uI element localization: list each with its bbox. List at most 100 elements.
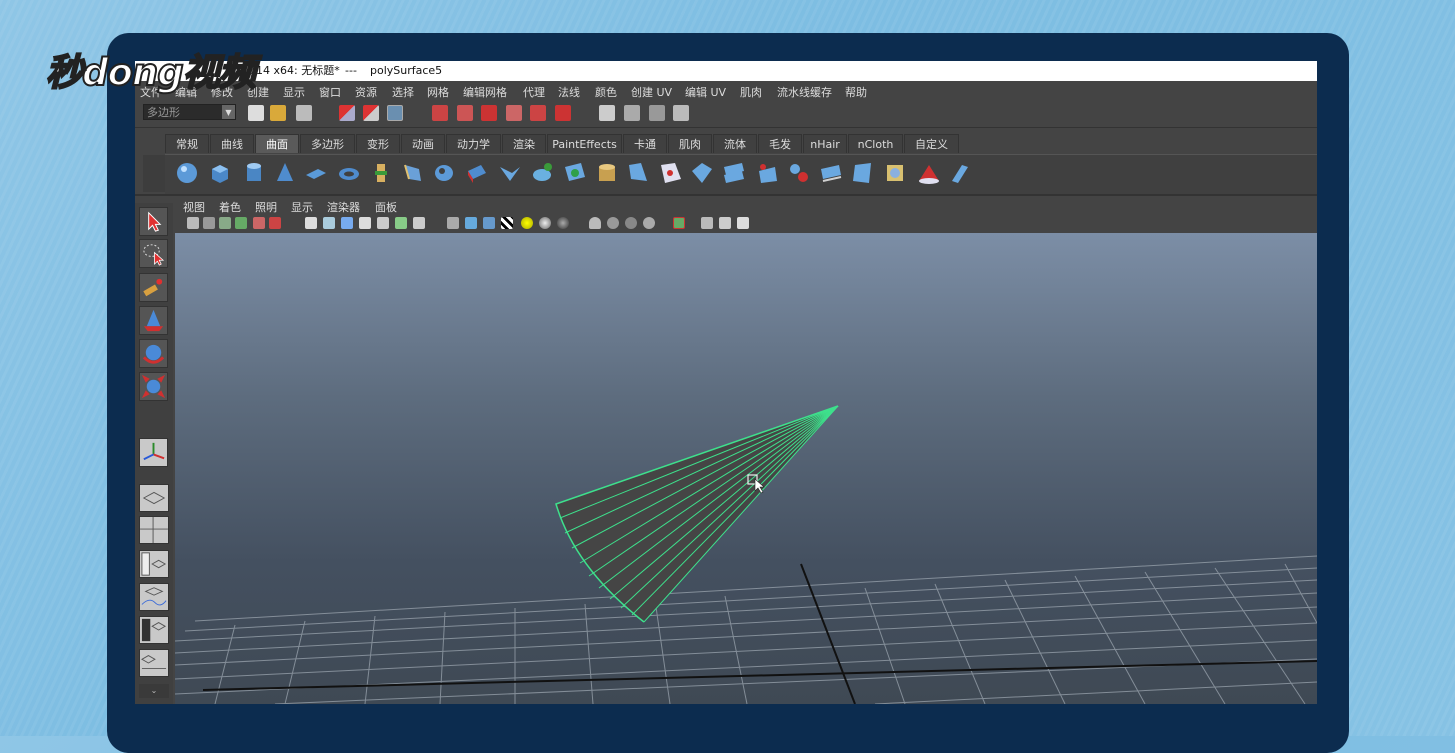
nurbs-cone-icon[interactable] bbox=[273, 161, 297, 185]
menu-select[interactable]: 选择 bbox=[392, 84, 414, 100]
tab-fur[interactable]: 毛发 bbox=[758, 134, 802, 153]
nurbs-cube-icon[interactable] bbox=[208, 161, 232, 185]
menu-edit-mesh[interactable]: 编辑网格 bbox=[463, 84, 507, 100]
bookmarks-icon[interactable] bbox=[219, 217, 231, 229]
snap-view-icon[interactable] bbox=[506, 105, 522, 121]
save-scene-icon[interactable] bbox=[296, 105, 312, 121]
resolution-gate-icon[interactable] bbox=[341, 217, 353, 229]
menu-proxy[interactable]: 代理 bbox=[523, 84, 545, 100]
ambient-occlusion-icon[interactable] bbox=[719, 217, 731, 229]
scale-tool-icon[interactable] bbox=[139, 372, 168, 401]
menu-create-uv[interactable]: 创建 UV bbox=[631, 84, 672, 100]
paint-select-tool-icon[interactable] bbox=[139, 273, 168, 302]
all-lights-icon[interactable] bbox=[539, 217, 551, 229]
shadows-icon[interactable] bbox=[557, 217, 569, 229]
loft-icon[interactable] bbox=[401, 161, 425, 185]
birail-icon[interactable] bbox=[498, 161, 522, 185]
tab-rendering[interactable]: 渲染 bbox=[502, 134, 546, 153]
xray-joints-icon[interactable] bbox=[625, 217, 637, 229]
new-scene-icon[interactable] bbox=[248, 105, 264, 121]
panel-menu-view[interactable]: 视图 bbox=[183, 199, 205, 215]
menu-color[interactable]: 颜色 bbox=[595, 84, 617, 100]
perspective-viewport[interactable] bbox=[175, 233, 1317, 704]
tab-fluids[interactable]: 流体 bbox=[713, 134, 757, 153]
select-tool-icon[interactable] bbox=[139, 207, 168, 236]
select-component-icon[interactable] bbox=[387, 105, 403, 121]
move-tool-icon[interactable] bbox=[139, 306, 168, 335]
insert-isoparms-icon[interactable] bbox=[787, 161, 811, 185]
magnet-icon[interactable] bbox=[555, 105, 571, 121]
tab-painteffects[interactable]: PaintEffects bbox=[547, 134, 622, 153]
intersect-surfaces-icon[interactable] bbox=[563, 161, 587, 185]
xray-icon[interactable] bbox=[607, 217, 619, 229]
tab-nhair[interactable]: nHair bbox=[803, 134, 847, 153]
tab-custom[interactable]: 自定义 bbox=[904, 134, 959, 153]
rebuild-surfaces-icon[interactable] bbox=[883, 161, 907, 185]
trim-tool-icon[interactable] bbox=[595, 161, 619, 185]
tab-toon[interactable]: 卡通 bbox=[623, 134, 667, 153]
revolve-icon[interactable] bbox=[369, 161, 393, 185]
panel-menu-renderer[interactable]: 渲染器 bbox=[327, 199, 360, 215]
tab-deformation[interactable]: 变形 bbox=[356, 134, 400, 153]
single-pane-layout-icon[interactable] bbox=[139, 484, 169, 512]
ipr-render-icon[interactable] bbox=[649, 105, 665, 121]
nurbs-torus-icon[interactable] bbox=[337, 161, 361, 185]
field-chart-icon[interactable] bbox=[377, 217, 389, 229]
nurbs-plane-icon[interactable] bbox=[304, 161, 328, 185]
camera-lock-icon[interactable] bbox=[673, 217, 685, 229]
menu-help[interactable]: 帮助 bbox=[845, 84, 867, 100]
menu-assets[interactable]: 资源 bbox=[355, 84, 377, 100]
safe-title-icon[interactable] bbox=[413, 217, 425, 229]
panel-menu-shading[interactable]: 着色 bbox=[219, 199, 241, 215]
select-hierarchy-icon[interactable] bbox=[339, 105, 355, 121]
menu-normals[interactable]: 法线 bbox=[558, 84, 580, 100]
film-gate-icon[interactable] bbox=[323, 217, 335, 229]
toolbox-expand-chevron-icon[interactable]: ⌄ bbox=[139, 684, 169, 698]
shelf-menu-handle[interactable] bbox=[143, 155, 165, 192]
camera-select-icon[interactable] bbox=[187, 217, 199, 229]
camera-attributes-icon[interactable] bbox=[203, 217, 215, 229]
motion-blur-icon[interactable] bbox=[737, 217, 749, 229]
tab-general[interactable]: 常规 bbox=[165, 134, 209, 153]
nurbs-sphere-icon[interactable] bbox=[175, 161, 199, 185]
menu-window[interactable]: 窗口 bbox=[319, 84, 341, 100]
round-tool-icon[interactable] bbox=[917, 161, 941, 185]
tab-ncloth[interactable]: nCloth bbox=[848, 134, 903, 153]
hypershade-layout-icon[interactable] bbox=[139, 616, 169, 644]
menu-pipeline-cache[interactable]: 流水线缓存 bbox=[777, 84, 832, 100]
2d-pan-zoom-icon[interactable] bbox=[269, 217, 281, 229]
wireframe-shading-icon[interactable] bbox=[447, 217, 459, 229]
nurbs-cylinder-icon[interactable] bbox=[242, 161, 266, 185]
high-quality-icon[interactable] bbox=[701, 217, 713, 229]
graph-persp-layout-icon[interactable] bbox=[139, 583, 169, 611]
attach-surfaces-icon[interactable] bbox=[659, 161, 683, 185]
open-close-surfaces-icon[interactable] bbox=[755, 161, 779, 185]
isolate-select-icon[interactable] bbox=[589, 217, 601, 229]
rotate-tool-icon[interactable] bbox=[139, 339, 168, 368]
safe-action-icon[interactable] bbox=[395, 217, 407, 229]
align-surfaces-icon[interactable] bbox=[722, 161, 746, 185]
menu-display[interactable]: 显示 bbox=[283, 84, 305, 100]
tab-curves[interactable]: 曲线 bbox=[210, 134, 254, 153]
untrim-icon[interactable] bbox=[627, 161, 651, 185]
four-pane-layout-icon[interactable] bbox=[139, 516, 169, 544]
extend-surfaces-icon[interactable] bbox=[819, 161, 843, 185]
grid-toggle-icon[interactable] bbox=[305, 217, 317, 229]
grease-pencil-icon[interactable] bbox=[253, 217, 265, 229]
planar-icon[interactable] bbox=[432, 161, 456, 185]
gate-mask-icon[interactable] bbox=[359, 217, 371, 229]
xray-components-icon[interactable] bbox=[643, 217, 655, 229]
detach-surfaces-icon[interactable] bbox=[690, 161, 714, 185]
render-settings-icon[interactable] bbox=[673, 105, 689, 121]
menu-muscle[interactable]: 肌肉 bbox=[740, 84, 762, 100]
tab-animation[interactable]: 动画 bbox=[401, 134, 445, 153]
snap-point-icon[interactable] bbox=[481, 105, 497, 121]
smooth-shading-icon[interactable] bbox=[465, 217, 477, 229]
extrude-icon[interactable] bbox=[465, 161, 489, 185]
image-plane-icon[interactable] bbox=[235, 217, 247, 229]
panel-menu-panels[interactable]: 面板 bbox=[375, 199, 397, 215]
open-scene-icon[interactable] bbox=[270, 105, 286, 121]
offset-surfaces-icon[interactable] bbox=[851, 161, 875, 185]
snap-curve-icon[interactable] bbox=[457, 105, 473, 121]
snap-grid-icon[interactable] bbox=[432, 105, 448, 121]
